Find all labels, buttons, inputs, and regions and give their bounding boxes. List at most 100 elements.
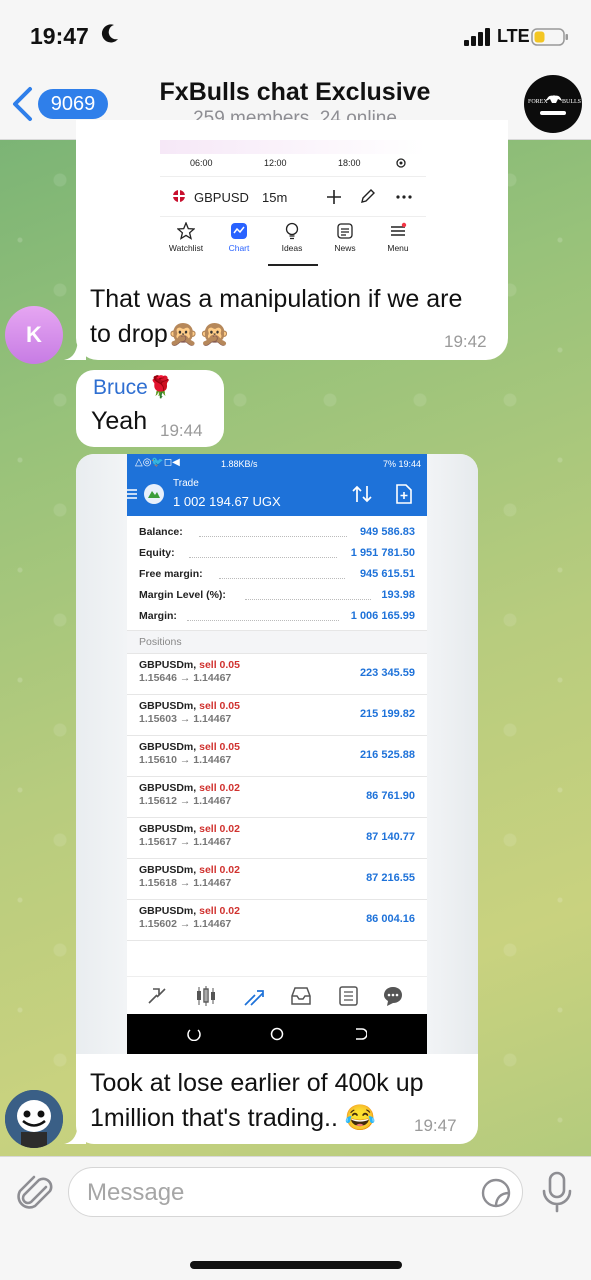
message-image-trade[interactable]: △◎🐦◻◀ 1.88KB/s 7% 19:44 Trade 1 002 194.… xyxy=(127,454,427,1054)
image-blur-left xyxy=(76,454,127,1054)
message-text: That was a manipulation if we are xyxy=(90,285,463,313)
message-time: 19:47 xyxy=(414,1116,457,1135)
nav-chart: Chart xyxy=(228,243,250,253)
summary-label: Equity: xyxy=(139,547,175,559)
sort-icon xyxy=(352,485,372,503)
position-side: sell 0.02 xyxy=(199,823,240,835)
news-icon xyxy=(337,223,353,239)
android-nav-bar xyxy=(127,1014,427,1054)
position-profit: 215 199.82 xyxy=(359,708,415,720)
position-profit: 86 761.90 xyxy=(366,790,415,802)
position-profit: 86 004.16 xyxy=(366,913,415,925)
summary-value: 1 951 781.50 xyxy=(350,547,415,559)
summary-label: Free margin: xyxy=(139,568,203,580)
message-field-container xyxy=(68,1167,523,1217)
position-row[interactable]: GBPUSDm, sell 0.02 1.15612 → 1.14467 86 … xyxy=(127,777,427,818)
position-side: sell 0.02 xyxy=(199,864,240,876)
image-top-fade xyxy=(160,140,426,154)
avatar[interactable]: K xyxy=(5,306,63,364)
time-tick: 12:00 xyxy=(264,158,287,168)
hamburger-icon xyxy=(127,489,137,499)
bubble-tail xyxy=(64,336,86,360)
symbol-name: GBPUSDm, xyxy=(139,823,197,835)
message-input[interactable] xyxy=(87,1176,467,1210)
message-text: Took at lose earlier of 400k up xyxy=(90,1069,424,1097)
nav-news: News xyxy=(334,243,356,253)
status-bar: 19:47 LTE xyxy=(0,0,591,72)
summary-value: 945 615.51 xyxy=(359,568,415,580)
position-prices: 1.15602 → 1.14467 xyxy=(139,918,232,930)
home-indicator xyxy=(190,1261,402,1269)
plus-icon xyxy=(327,190,341,204)
signal-icon xyxy=(464,28,490,46)
menu-icon xyxy=(391,222,407,236)
position-prices: 1.15617 → 1.14467 xyxy=(139,836,232,848)
position-symbol: GBPUSDm, sell 0.02 xyxy=(139,864,240,876)
recents-icon xyxy=(187,1029,201,1041)
avatar-logo-bar xyxy=(540,111,566,115)
chat-title[interactable]: FxBulls chat Exclusive xyxy=(120,78,470,107)
microphone-icon[interactable] xyxy=(540,1171,574,1213)
pen-icon xyxy=(361,189,375,203)
message-text: to drop🙊🙊 xyxy=(90,320,231,348)
trade-toolbar xyxy=(127,976,427,1014)
position-prices: 1.15618 → 1.14467 xyxy=(139,877,232,889)
position-row[interactable]: GBPUSDm, sell 0.02 1.15602 → 1.14467 86 … xyxy=(127,900,427,941)
position-row[interactable]: GBPUSDm, sell 0.02 1.15618 → 1.14467 87 … xyxy=(127,859,427,900)
back-icon xyxy=(356,1028,367,1040)
summary-label: Margin Level (%): xyxy=(139,589,226,601)
phone-status-bar: △◎🐦◻◀ 1.88KB/s 7% 19:44 xyxy=(127,454,427,474)
message-input-bar xyxy=(0,1156,591,1280)
chart-timeframe: 15m xyxy=(262,190,288,205)
bull-icon xyxy=(546,95,562,103)
position-row[interactable]: GBPUSDm, sell 0.05 1.15603 → 1.14467 215… xyxy=(127,695,427,736)
message-time: 19:44 xyxy=(160,421,203,440)
nav-ideas: Ideas xyxy=(281,243,303,253)
message-image-chart[interactable]: 06:00 12:00 18:00 GBPUSD 15m Watchlist C… xyxy=(160,140,426,270)
bubble-tail xyxy=(64,1120,86,1144)
avatar[interactable] xyxy=(5,1090,63,1148)
dotted-leader xyxy=(189,557,337,558)
position-row[interactable]: GBPUSDm, sell 0.02 1.15617 → 1.14467 87 … xyxy=(127,818,427,859)
position-profit: 216 525.88 xyxy=(359,749,415,761)
news-list-icon xyxy=(339,986,358,1006)
position-row[interactable]: GBPUSDm, sell 0.05 1.15610 → 1.14467 216… xyxy=(127,736,427,777)
status-speed: 1.88KB/s xyxy=(221,459,258,469)
nav-watchlist: Watchlist xyxy=(168,243,204,253)
home-icon xyxy=(270,1027,284,1041)
message-time: 19:42 xyxy=(444,332,487,351)
position-side: sell 0.05 xyxy=(199,659,240,671)
group-avatar[interactable]: FOREX BULLS xyxy=(524,75,582,133)
account-icon xyxy=(144,484,164,504)
position-profit: 223 345.59 xyxy=(359,667,415,679)
status-time: 19:47 xyxy=(30,23,89,49)
paperclip-icon[interactable] xyxy=(16,1173,54,1213)
quotes-icon xyxy=(148,988,166,1004)
chart-symbol: GBPUSD xyxy=(194,190,249,205)
position-prices: 1.15612 → 1.14467 xyxy=(139,795,232,807)
message-text: 1million that's trading.. 😂 xyxy=(90,1104,377,1132)
history-icon xyxy=(291,987,311,1005)
nav-menu: Menu xyxy=(387,243,409,253)
positions-section: Positions xyxy=(127,630,427,654)
back-chevron-icon[interactable] xyxy=(10,86,34,122)
home-indicator xyxy=(268,264,318,266)
position-side: sell 0.02 xyxy=(199,905,240,917)
more-icon xyxy=(396,195,412,199)
dotted-leader xyxy=(245,599,371,600)
moon-icon xyxy=(101,24,118,43)
symbol-name: GBPUSDm, xyxy=(139,782,197,794)
appbar-amount: 1 002 194.67 UGX xyxy=(173,494,281,509)
unread-count-badge[interactable]: 9069 xyxy=(38,89,108,119)
network-type: LTE xyxy=(497,26,530,46)
sender-name[interactable]: Bruce🌹 xyxy=(93,376,174,400)
dotted-leader xyxy=(199,536,347,537)
symbol-name: GBPUSDm, xyxy=(139,905,197,917)
trade-icon xyxy=(244,990,264,1006)
new-order-icon xyxy=(396,484,412,504)
position-row[interactable]: GBPUSDm, sell 0.05 1.15646 → 1.14467 223… xyxy=(127,654,427,695)
dotted-leader xyxy=(187,620,339,621)
status-icons: △◎🐦◻◀ xyxy=(135,457,180,468)
positions-header: Positions xyxy=(139,636,182,648)
sticker-icon[interactable] xyxy=(480,1177,512,1209)
